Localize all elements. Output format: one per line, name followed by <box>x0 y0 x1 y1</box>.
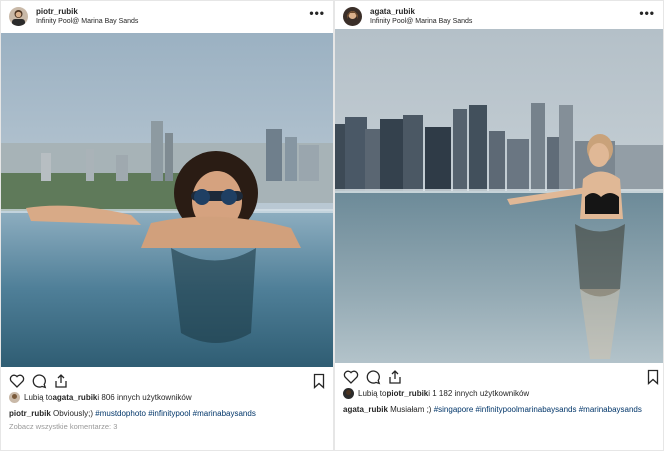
avatar[interactable] <box>9 7 28 26</box>
post-piotr: piotr_rubik Infinity Pool@ Marina Bay Sa… <box>0 0 334 451</box>
hashtag-link[interactable]: #singapore <box>434 405 474 414</box>
post-photo[interactable] <box>335 29 663 363</box>
username[interactable]: agata_rubik <box>370 7 415 16</box>
hashtag-link[interactable]: #mustdophoto <box>95 409 146 418</box>
avatar[interactable] <box>343 7 362 26</box>
caption: agata_rubik Musiałam ;) #singapore #infi… <box>343 405 642 414</box>
more-options-icon[interactable]: ••• <box>309 7 325 19</box>
caption: piotr_rubik Obviously;) #mustdophoto #in… <box>9 409 256 418</box>
share-icon[interactable] <box>387 369 403 385</box>
action-bar <box>1 373 333 391</box>
caption-username[interactable]: piotr_rubik <box>9 409 51 418</box>
hashtag-link[interactable]: #marinabaysands <box>579 405 642 414</box>
likes-row: Lubią to piotr_rubik i 1 182 innych użyt… <box>343 388 529 399</box>
username[interactable]: piotr_rubik <box>36 7 78 16</box>
post-photo[interactable] <box>1 33 333 367</box>
caption-text: Obviously;) <box>50 409 96 418</box>
bookmark-icon[interactable] <box>311 373 327 389</box>
caption-text: Musiałam ;) <box>387 405 434 414</box>
location[interactable]: Infinity Pool@ Marina Bay Sands <box>36 18 138 25</box>
comment-icon[interactable] <box>31 373 47 389</box>
caption-username[interactable]: agata_rubik <box>343 405 388 414</box>
hashtag-link[interactable]: #infinitypool <box>148 409 190 418</box>
likes-user-link[interactable]: piotr_rubik <box>386 389 428 398</box>
likes-suffix[interactable]: i 1 182 innych użytkowników <box>428 389 529 398</box>
likes-suffix[interactable]: i 806 innych użytkowników <box>97 393 191 402</box>
post-agata: agata_rubik Infinity Pool@ Marina Bay Sa… <box>334 0 664 451</box>
hashtag-link[interactable]: #marinabaysands <box>193 409 256 418</box>
more-options-icon[interactable]: ••• <box>639 7 655 19</box>
heart-icon[interactable] <box>9 373 25 389</box>
likes-prefix: Lubią to <box>358 389 387 398</box>
heart-icon[interactable] <box>343 369 359 385</box>
post-header: piotr_rubik Infinity Pool@ Marina Bay Sa… <box>1 1 333 33</box>
view-all-comments-link[interactable]: Zobacz wszystkie komentarze: 3 <box>9 422 117 431</box>
liker-avatar[interactable] <box>9 392 20 403</box>
likes-user-link[interactable]: agata_rubik <box>52 393 97 402</box>
comment-icon[interactable] <box>365 369 381 385</box>
hashtag-link[interactable]: #infinitypoolmarinabaysands <box>476 405 577 414</box>
action-bar <box>335 369 663 387</box>
likes-prefix: Lubią to <box>24 393 53 402</box>
liker-avatar[interactable] <box>343 388 354 399</box>
location[interactable]: Infinity Pool@ Marina Bay Sands <box>370 18 472 25</box>
bookmark-icon[interactable] <box>645 369 661 385</box>
likes-row: Lubią to agata_rubik i 806 innych użytko… <box>9 392 192 403</box>
share-icon[interactable] <box>53 373 69 389</box>
